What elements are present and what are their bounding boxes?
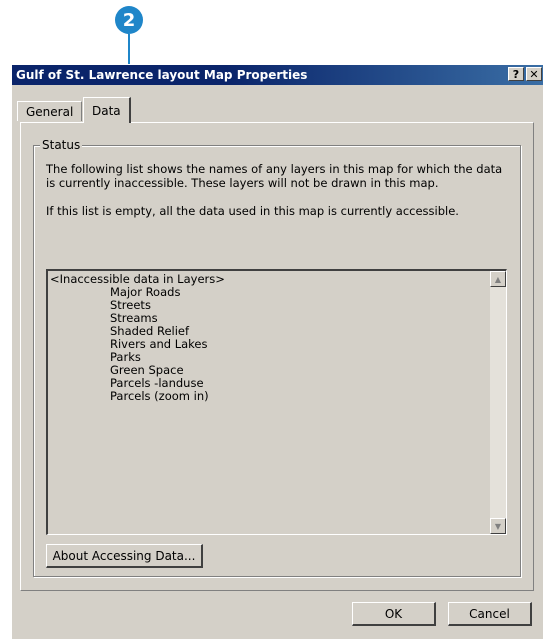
arrow-down-icon: ▼ (494, 521, 502, 531)
tab-data-label: Data (92, 103, 121, 118)
help-button[interactable]: ? (508, 67, 524, 81)
step-callout-badge: 2 (115, 6, 143, 34)
scroll-down-button[interactable]: ▼ (490, 518, 506, 534)
list-item[interactable]: Parcels (zoom in) (50, 390, 225, 403)
ok-button[interactable]: OK (352, 602, 436, 626)
status-group-label: Status (40, 138, 83, 152)
list-content: <Inaccessible data in Layers> Major Road… (50, 273, 225, 403)
list-scrollbar[interactable]: ▲ ▼ (490, 271, 506, 534)
tab-general[interactable]: General (17, 101, 83, 121)
window-title: Gulf of St. Lawrence layout Map Properti… (16, 68, 308, 82)
close-button[interactable]: ✕ (526, 67, 542, 81)
close-icon: ✕ (529, 67, 539, 81)
help-icon: ? (512, 67, 520, 81)
tab-general-label: General (26, 104, 74, 119)
inaccessible-data-explanation: The following list shows the names of an… (46, 162, 503, 190)
data-tab-panel: Status The following list shows the name… (20, 122, 534, 591)
inaccessible-data-list[interactable]: <Inaccessible data in Layers> Major Road… (46, 269, 507, 535)
arrow-up-icon: ▲ (494, 274, 502, 284)
empty-list-note: If this list is empty, all the data used… (46, 204, 459, 218)
tab-data[interactable]: Data (83, 97, 131, 123)
scroll-up-button[interactable]: ▲ (490, 271, 506, 287)
title-bar: Gulf of St. Lawrence layout Map Properti… (12, 65, 543, 85)
about-accessing-data-button[interactable]: About Accessing Data... (46, 544, 203, 568)
cancel-button[interactable]: Cancel (448, 602, 532, 626)
status-group: Status The following list shows the name… (33, 138, 521, 577)
status-description: The following list shows the names of an… (46, 162, 514, 218)
tab-strip: General Data (12, 85, 543, 125)
step-number: 2 (122, 9, 136, 31)
map-properties-dialog: Gulf of St. Lawrence layout Map Properti… (11, 64, 543, 639)
